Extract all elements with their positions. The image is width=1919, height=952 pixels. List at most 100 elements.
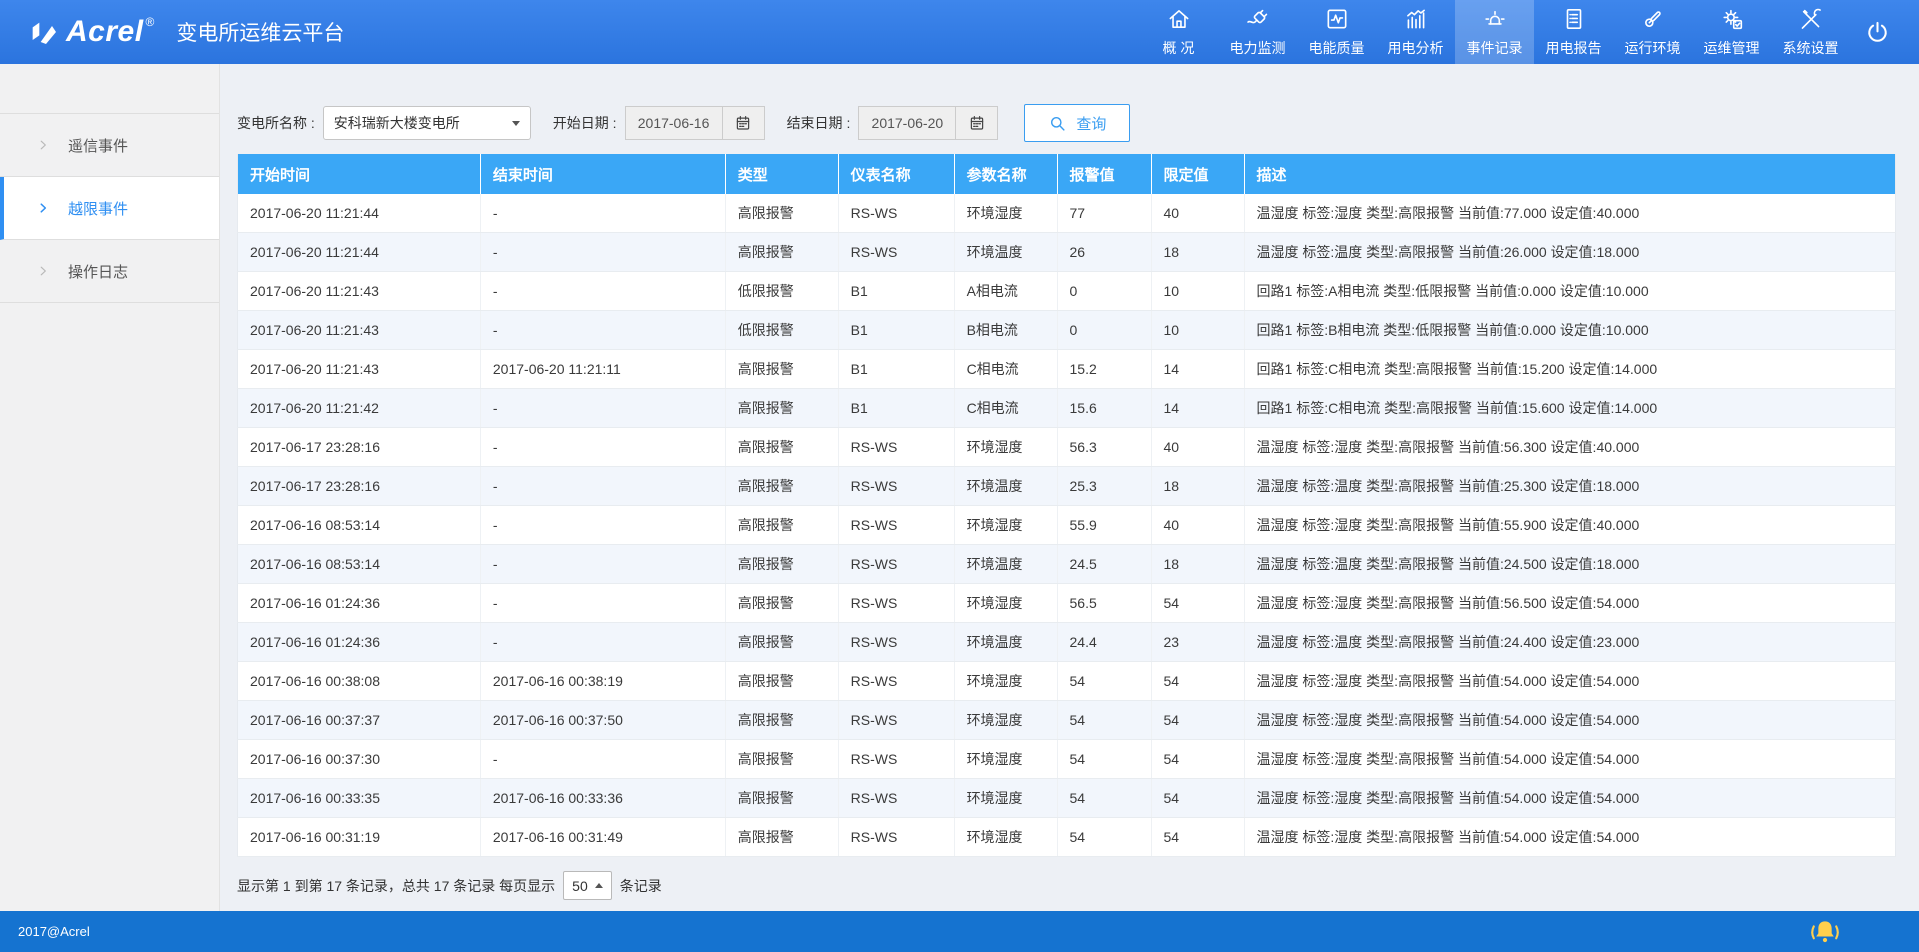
table-cell: RS-WS (838, 623, 954, 662)
end-date-group: 2017-06-20 (858, 106, 998, 140)
table-cell: RS-WS (838, 506, 954, 545)
table-cell: 环境湿度 (954, 818, 1057, 857)
topbar: Acrel ® 变电所运维云平台 概 况电力监测电能质量用电分析事件记录用电报告… (0, 0, 1919, 64)
table-cell: 2017-06-16 00:38:19 (480, 662, 725, 701)
alarm-bell-icon[interactable] (1809, 916, 1841, 951)
sidebar-item-over-limit-events[interactable]: 越限事件 (0, 177, 219, 240)
table-cell: 23 (1151, 623, 1244, 662)
nav-item-label: 电力监测 (1230, 38, 1286, 58)
table-cell: RS-WS (838, 428, 954, 467)
table-cell: RS-WS (838, 818, 954, 857)
table-cell: - (480, 389, 725, 428)
table-row: 2017-06-16 08:53:14-高限报警RS-WS环境湿度55.940温… (238, 506, 1896, 545)
table-cell: 温湿度 标签:湿度 类型:高限报警 当前值:77.000 设定值:40.000 (1244, 194, 1895, 233)
start-date-calendar-button[interactable] (723, 106, 765, 140)
table-cell: 54 (1151, 818, 1244, 857)
nav-item-label: 用电报告 (1546, 38, 1602, 58)
table-cell: 40 (1151, 428, 1244, 467)
table-cell: 2017-06-17 23:28:16 (238, 428, 481, 467)
nav-item-label: 事件记录 (1467, 38, 1523, 58)
table-cell: 18 (1151, 545, 1244, 584)
environment-icon (1640, 6, 1666, 32)
table-row: 2017-06-16 08:53:14-高限报警RS-WS环境温度24.518温… (238, 545, 1896, 584)
table-cell: 环境湿度 (954, 662, 1057, 701)
table-cell: 温湿度 标签:湿度 类型:高限报警 当前值:54.000 设定值:54.000 (1244, 779, 1895, 818)
nav-item-usage-report[interactable]: 用电报告 (1534, 0, 1613, 64)
start-date-input[interactable]: 2017-06-16 (625, 106, 723, 140)
table-cell: 高限报警 (725, 818, 838, 857)
table-cell: 2017-06-20 11:21:44 (238, 194, 481, 233)
table-row: 2017-06-16 00:37:30-高限报警RS-WS环境湿度5454温湿度… (238, 740, 1896, 779)
sidebar-item-label: 遥信事件 (68, 135, 128, 156)
table-cell: 2017-06-16 00:31:49 (480, 818, 725, 857)
table-cell: 54 (1151, 662, 1244, 701)
acrel-mark-icon (28, 16, 60, 48)
table-cell: 10 (1151, 272, 1244, 311)
power-icon (1864, 19, 1891, 46)
table-cell: 2017-06-20 11:21:43 (238, 350, 481, 389)
table-cell: 14 (1151, 350, 1244, 389)
calendar-icon (968, 114, 986, 132)
sidebar-item-remote-signal-events[interactable]: 遥信事件 (0, 114, 219, 177)
table-cell: 高限报警 (725, 779, 838, 818)
table-cell: 环境温度 (954, 233, 1057, 272)
nav-item-system-settings[interactable]: 系统设置 (1771, 0, 1850, 64)
query-button[interactable]: 查询 (1024, 104, 1130, 142)
table-cell: 高限报警 (725, 194, 838, 233)
table-cell: 2017-06-16 08:53:14 (238, 506, 481, 545)
table-cell: 温湿度 标签:湿度 类型:高限报警 当前值:55.900 设定值:40.000 (1244, 506, 1895, 545)
nav-item-power-quality[interactable]: 电能质量 (1297, 0, 1376, 64)
table-cell: 高限报警 (725, 584, 838, 623)
table-row: 2017-06-20 11:21:44-高限报警RS-WS环境湿度7740温湿度… (238, 194, 1896, 233)
sidebar-item-operation-logs[interactable]: 操作日志 (0, 240, 219, 303)
table-header-row: 开始时间结束时间类型仪表名称参数名称报警值限定值描述 (238, 154, 1896, 194)
nav-item-power-monitoring[interactable]: 电力监测 (1218, 0, 1297, 64)
table-cell: 0 (1057, 272, 1151, 311)
column-header: 报警值 (1057, 154, 1151, 194)
table-cell: RS-WS (838, 584, 954, 623)
table-cell: RS-WS (838, 233, 954, 272)
table-cell: - (480, 740, 725, 779)
plug-icon (1245, 6, 1271, 32)
nav-item-om-management[interactable]: 运维管理 (1692, 0, 1771, 64)
nav-item-label: 运行环境 (1625, 38, 1681, 58)
nav-item-operating-env[interactable]: 运行环境 (1613, 0, 1692, 64)
table-cell: RS-WS (838, 194, 954, 233)
logout-power-button[interactable] (1850, 0, 1919, 64)
table-cell: 温湿度 标签:湿度 类型:高限报警 当前值:54.000 设定值:54.000 (1244, 740, 1895, 779)
table-cell: 高限报警 (725, 740, 838, 779)
table-cell: C相电流 (954, 350, 1057, 389)
nav-item-event-records[interactable]: 事件记录 (1455, 0, 1534, 64)
gear-icon (1719, 6, 1745, 32)
table-cell: 高限报警 (725, 467, 838, 506)
table-cell: - (480, 623, 725, 662)
table-cell: 高限报警 (725, 350, 838, 389)
table-cell: 10 (1151, 311, 1244, 350)
table-cell: 2017-06-16 00:37:30 (238, 740, 481, 779)
table-cell: 环境温度 (954, 545, 1057, 584)
station-select[interactable]: 安科瑞新大楼变电所 (323, 106, 531, 140)
table-cell: RS-WS (838, 545, 954, 584)
table-cell: 56.3 (1057, 428, 1151, 467)
nav-item-overview[interactable]: 概 况 (1139, 0, 1218, 64)
end-date-calendar-button[interactable] (956, 106, 998, 140)
table-cell: 2017-06-20 11:21:43 (238, 272, 481, 311)
pagination-summary: 显示第 1 到第 17 条记录，总共 17 条记录 每页显示 (237, 876, 555, 896)
table-cell: - (480, 311, 725, 350)
nav-item-label: 电能质量 (1309, 38, 1365, 58)
table-cell: 环境湿度 (954, 428, 1057, 467)
table-cell: RS-WS (838, 662, 954, 701)
chevron-right-icon (36, 138, 50, 152)
page-size-select[interactable]: 50 (563, 871, 612, 900)
table-cell: 温湿度 标签:温度 类型:高限报警 当前值:26.000 设定值:18.000 (1244, 233, 1895, 272)
station-label: 变电所名称 : (237, 113, 315, 133)
table-row: 2017-06-16 00:37:372017-06-16 00:37:50高限… (238, 701, 1896, 740)
table-cell: 2017-06-16 00:37:37 (238, 701, 481, 740)
filter-bar: 变电所名称 : 安科瑞新大楼变电所 开始日期 : 2017-06-16 结束日期… (237, 104, 1896, 142)
end-date-input[interactable]: 2017-06-20 (858, 106, 956, 140)
table-row: 2017-06-20 11:21:43-低限报警B1A相电流010回路1 标签:… (238, 272, 1896, 311)
nav-item-usage-analysis[interactable]: 用电分析 (1376, 0, 1455, 64)
table-cell: 54 (1151, 779, 1244, 818)
station-select-value: 安科瑞新大楼变电所 (334, 113, 460, 133)
table-cell: 54 (1151, 740, 1244, 779)
